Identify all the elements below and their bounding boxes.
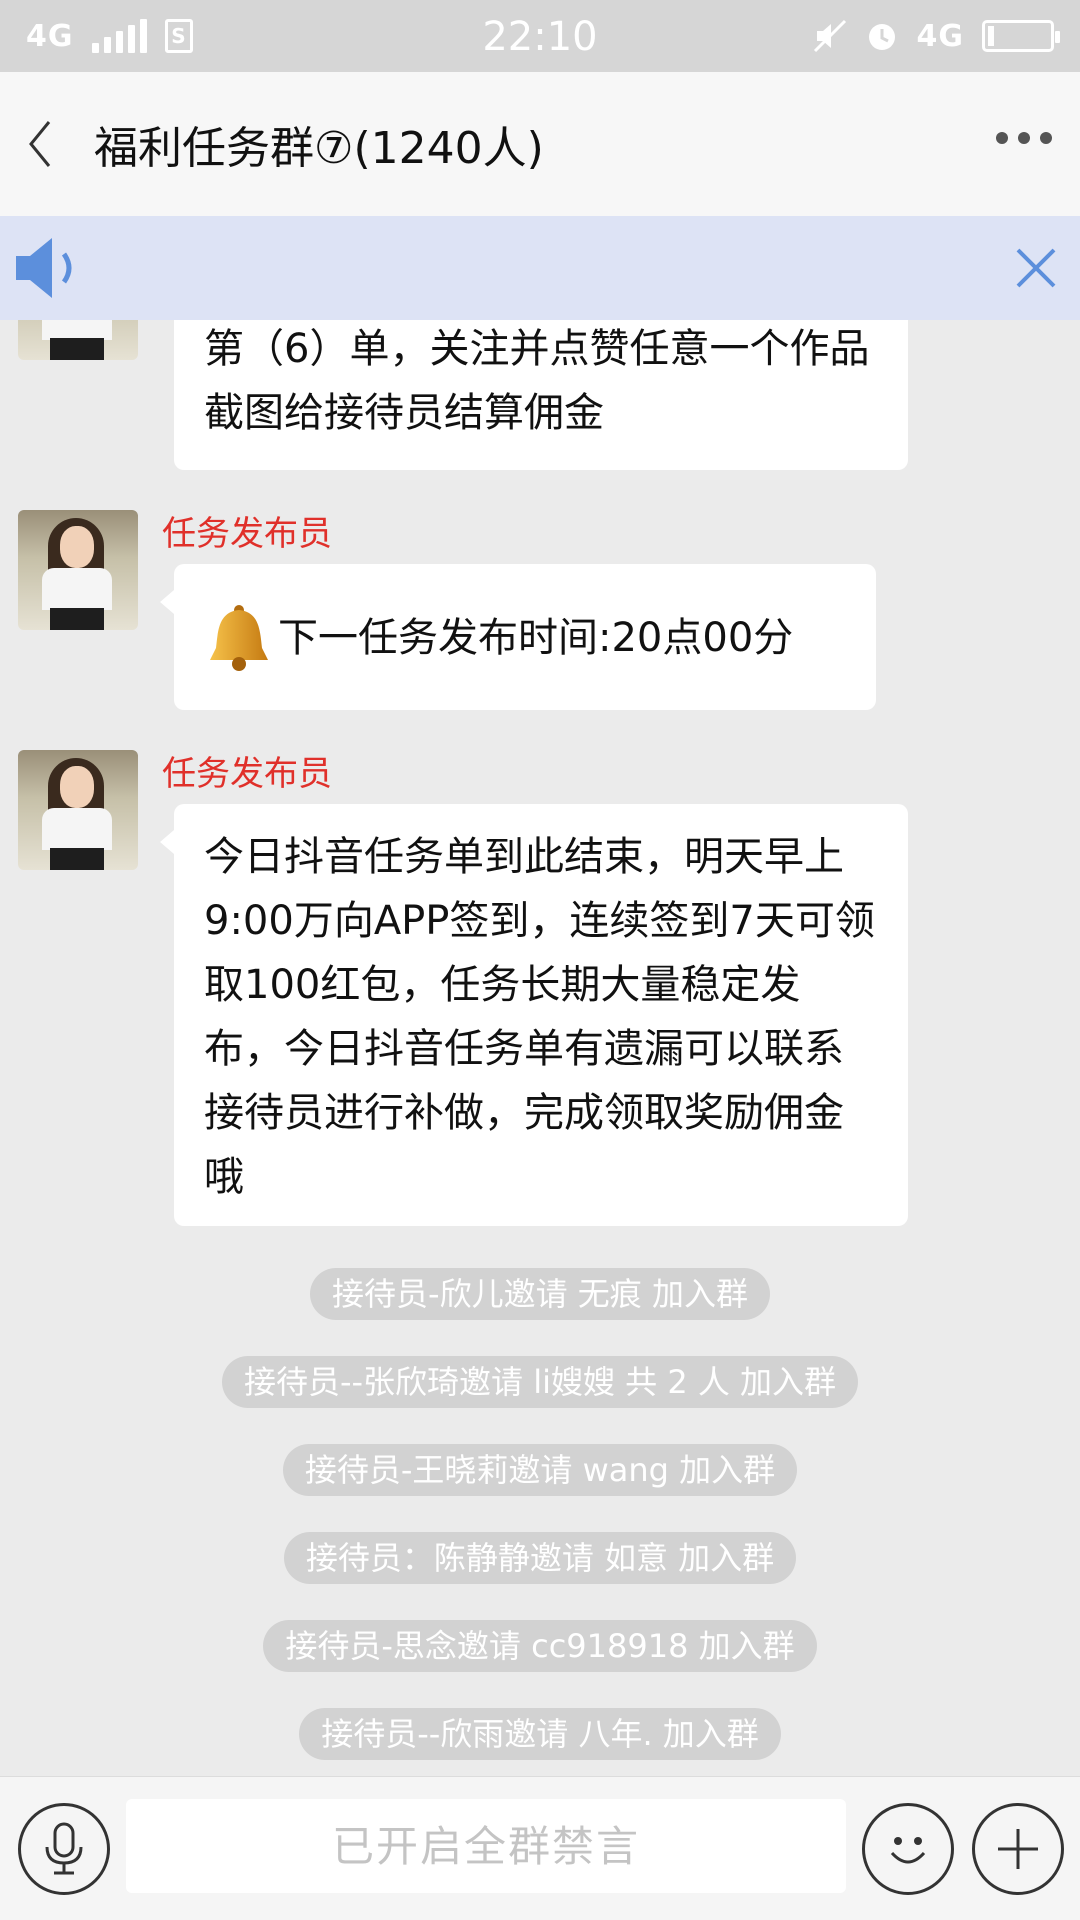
avatar[interactable] <box>18 320 138 360</box>
message-text: 第（6）单，关注并点赞任意一个作品截图给接待员结算佣金 <box>204 326 870 436</box>
message-text: 下一任务发布时间:20点00分 <box>278 615 794 661</box>
message-text: 今日抖音任务单到此结束，明天早上9:00万向APP签到，连续签到7天可领取100… <box>204 834 875 1200</box>
system-notice: 接待员--张欣琦邀请 li嫂嫂 共 2 人 加入群 <box>0 1356 1080 1408</box>
system-notice: 接待员-欣儿邀请 无痕 加入群 <box>0 1268 1080 1320</box>
avatar[interactable] <box>18 750 138 870</box>
status-bar: 4G S 22:10 4G <box>0 0 1080 72</box>
message-bubble[interactable]: 下一任务发布时间:20点00分 <box>160 564 876 710</box>
microphone-icon <box>45 1822 83 1875</box>
plus-icon <box>998 1829 1038 1869</box>
status-time: 22:10 <box>482 14 598 60</box>
input-bar <box>0 1776 1080 1920</box>
emoji-button[interactable] <box>862 1803 954 1895</box>
emoji-icon <box>890 1837 926 1864</box>
speaker-icon <box>16 238 72 298</box>
announcement-bar[interactable] <box>0 216 1080 320</box>
system-notice: 接待员：陈静静邀请 如意 加入群 <box>0 1532 1080 1584</box>
page-title: 福利任务群⑦(1240人) <box>94 123 544 174</box>
chat-area[interactable]: 第（6）单，关注并点赞任意一个作品截图给接待员结算佣金 任务发布员 下一任务发布… <box>0 320 1080 1776</box>
message-bubble[interactable]: 第（6）单，关注并点赞任意一个作品截图给接待员结算佣金 <box>174 320 908 470</box>
close-icon[interactable] <box>1010 242 1062 294</box>
system-notice: 接待员--欣雨邀请 八年. 加入群 <box>0 1708 1080 1760</box>
message-input[interactable] <box>126 1799 846 1893</box>
system-notice: 接待员-王晓莉邀请 wang 加入群 <box>0 1444 1080 1496</box>
more-icon[interactable] <box>996 132 1052 144</box>
avatar[interactable] <box>18 510 138 630</box>
bell-icon <box>210 605 268 671</box>
voice-button[interactable] <box>18 1803 110 1895</box>
add-button[interactable] <box>972 1803 1064 1895</box>
battery-icon <box>982 20 1060 52</box>
message-bubble[interactable]: 今日抖音任务单到此结束，明天早上9:00万向APP签到，连续签到7天可领取100… <box>160 804 908 1226</box>
back-icon[interactable] <box>0 72 80 216</box>
sender-name: 任务发布员 <box>162 514 332 554</box>
title-bar: 福利任务群⑦(1240人) <box>0 72 1080 216</box>
system-notice: 接待员-思念邀请 cc918918 加入群 <box>0 1620 1080 1672</box>
sender-name: 任务发布员 <box>162 754 332 794</box>
